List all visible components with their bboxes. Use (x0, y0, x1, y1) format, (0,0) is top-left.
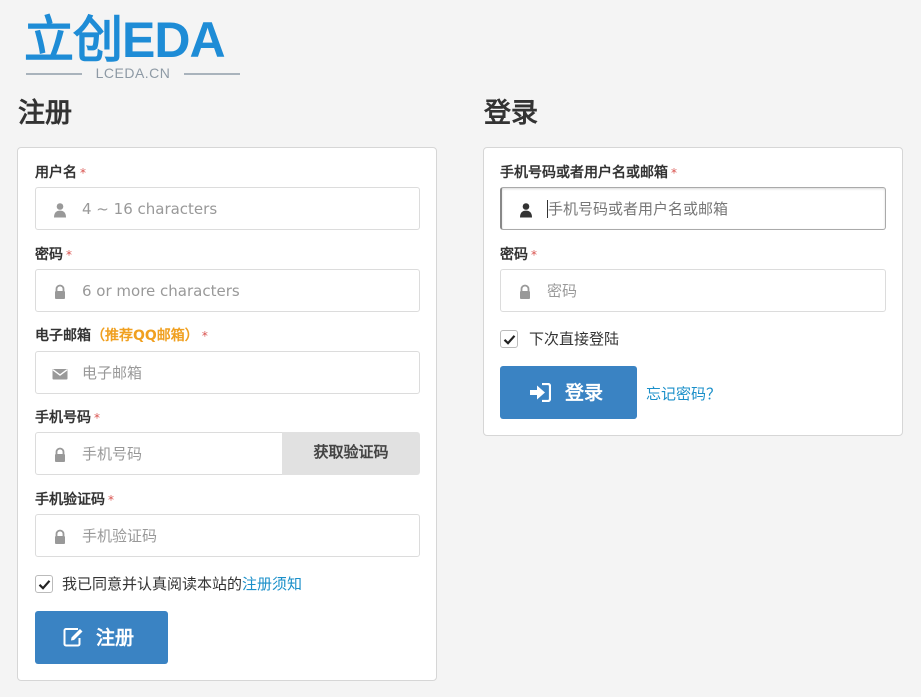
email-hint: （推荐QQ邮箱） (91, 328, 199, 344)
password-input[interactable]: 6 or more characters (35, 269, 420, 312)
register-button[interactable]: 注册 (35, 611, 168, 664)
check-icon (503, 335, 516, 345)
remember-label: 下次直接登陆 (529, 330, 620, 348)
logo-wordmark: 立创EDA (24, 12, 226, 68)
username-label-text: 用户名 (35, 165, 77, 181)
login-password-label: 密码 * (500, 246, 537, 264)
account-input[interactable]: 手机号码或者用户名或邮箱 (500, 187, 886, 230)
account-placeholder: 手机号码或者用户名或邮箱 (548, 200, 729, 218)
sms-code-placeholder: 手机验证码 (82, 527, 158, 545)
email-label-text: 电子邮箱 (35, 328, 91, 344)
login-password-input[interactable]: 密码 (500, 269, 886, 312)
required-mark: * (80, 166, 86, 180)
username-label: 用户名 * (35, 164, 86, 182)
login-password-label-text: 密码 (500, 247, 528, 263)
login-password-placeholder: 密码 (547, 282, 578, 300)
phone-label-text: 手机号码 (35, 410, 91, 426)
password-placeholder: 6 or more characters (82, 282, 240, 300)
required-mark: * (671, 166, 677, 180)
lock-icon (52, 529, 68, 545)
required-mark: * (531, 248, 537, 262)
user-icon (518, 202, 534, 218)
login-title: 登录 (484, 98, 538, 129)
forgot-password-link[interactable]: 忘记密码？ (646, 385, 721, 403)
register-title: 注册 (18, 98, 72, 129)
password-label: 密码 * (35, 246, 72, 264)
terms-link[interactable]: 注册须知 (242, 575, 302, 593)
phone-label: 手机号码 * (35, 409, 100, 427)
sms-code-label: 手机验证码 * (35, 491, 114, 509)
lock-icon (52, 284, 68, 300)
account-label-text: 手机号码或者用户名或邮箱 (500, 165, 668, 181)
lock-icon (52, 447, 68, 463)
logo-divider-left (26, 73, 82, 75)
sign-in-icon (530, 382, 552, 407)
agree-text-main: 我已同意并认真阅读本站的 (62, 575, 243, 593)
required-mark: * (108, 493, 114, 507)
username-input[interactable]: 4 ~ 16 characters (35, 187, 420, 230)
remember-checkbox[interactable] (500, 330, 518, 348)
sms-code-input[interactable]: 手机验证码 (35, 514, 420, 557)
logo-divider-right (184, 73, 240, 75)
password-label-text: 密码 (35, 247, 63, 263)
phone-input[interactable]: 手机号码 (35, 432, 283, 475)
agree-text: 我已同意并认真阅读本站的注册须知 (62, 575, 302, 593)
required-mark: * (94, 411, 100, 425)
phone-placeholder: 手机号码 (82, 445, 143, 463)
logo-subtitle: LCEDA.CN (95, 65, 171, 81)
login-button[interactable]: 登录 (500, 366, 637, 419)
agree-checkbox[interactable] (35, 575, 53, 593)
account-label: 手机号码或者用户名或邮箱 * (500, 164, 677, 182)
required-mark: * (201, 329, 208, 343)
envelope-icon (52, 366, 68, 382)
check-icon (38, 580, 51, 590)
sms-code-label-text: 手机验证码 (35, 492, 105, 508)
edit-icon (63, 627, 84, 652)
email-input[interactable]: 电子邮箱 (35, 351, 420, 394)
email-label: 电子邮箱（推荐QQ邮箱） * (35, 327, 208, 345)
get-verification-code-button[interactable]: 获取验证码 (282, 432, 420, 475)
username-placeholder: 4 ~ 16 characters (82, 200, 218, 218)
logo[interactable]: 立创EDA LCEDA.CN (24, 12, 244, 82)
required-mark: * (66, 248, 72, 262)
login-button-label: 登录 (565, 382, 604, 404)
email-placeholder: 电子邮箱 (82, 364, 143, 382)
lock-icon (517, 284, 533, 300)
user-icon (52, 202, 68, 218)
register-button-label: 注册 (96, 627, 135, 649)
